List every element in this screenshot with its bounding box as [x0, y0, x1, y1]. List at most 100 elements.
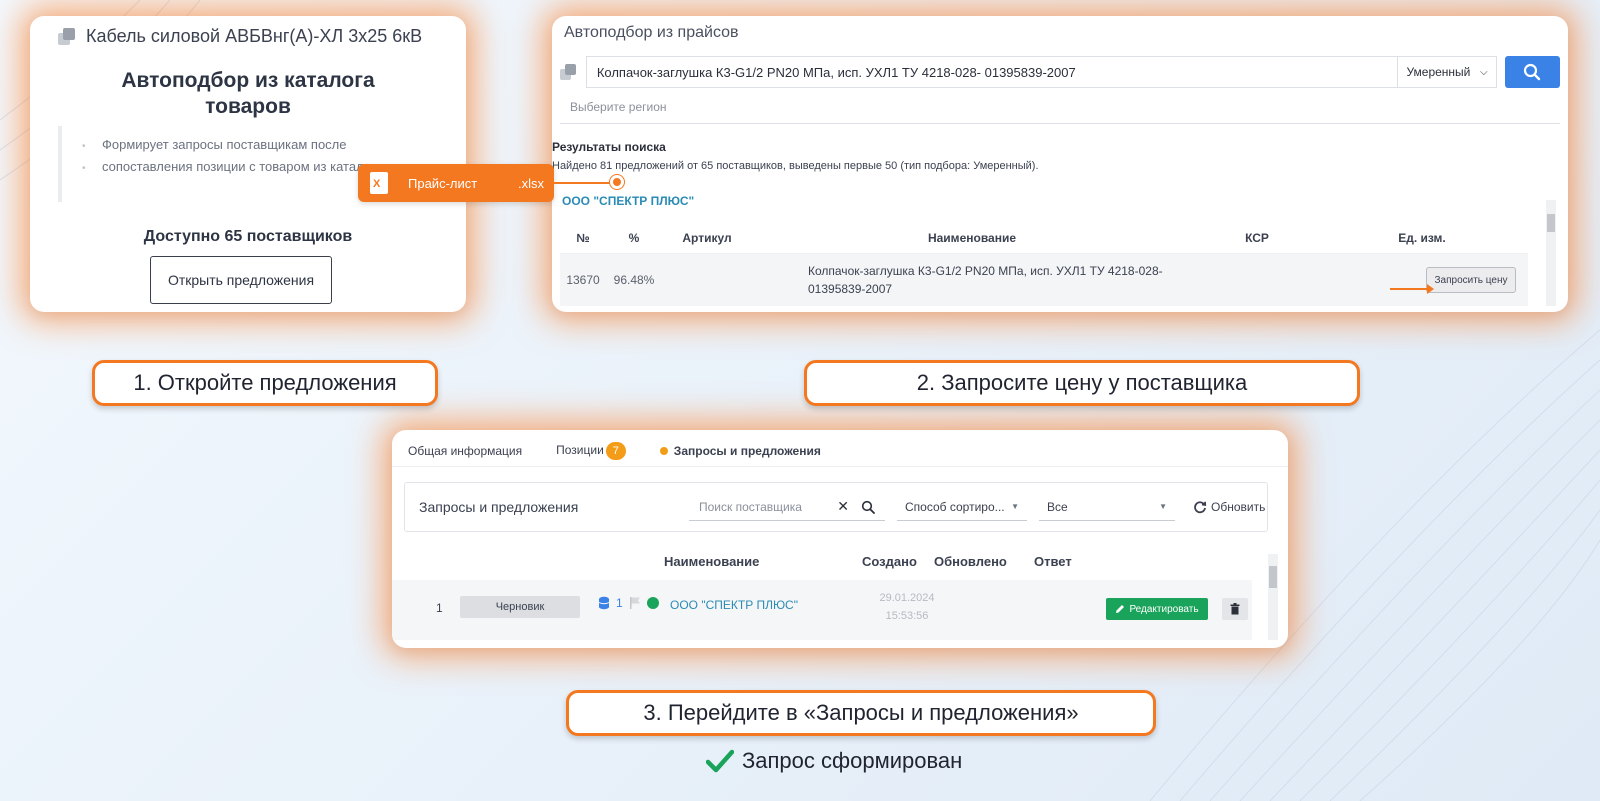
tabs-divider	[392, 466, 1288, 467]
offers-table: № % Артикул Наименование КСР Ед. изм. 13…	[560, 222, 1528, 306]
supplier-search-input[interactable]: Поиск поставщика ✕	[689, 493, 885, 521]
match-mode-select[interactable]: Умеренный ⌵	[1397, 56, 1497, 88]
chevron-down-icon: ⌵	[1479, 66, 1488, 78]
trash-icon	[1230, 603, 1240, 615]
scrollbar[interactable]	[1268, 554, 1278, 640]
step-1-label: 1. Откройте предложения	[92, 360, 438, 406]
requests-table-header: Наименование Создано Обновлено Ответ	[392, 552, 1252, 576]
row-name: Колпачок-заглушка К3-G1/2 PN20 МПа, исп.…	[752, 262, 1192, 298]
tab-positions[interactable]: Позиции 7	[556, 442, 626, 460]
product-header: Кабель силовой АВБВнг(А)-ХЛ 3х25 6кВ	[58, 26, 422, 47]
catalog-heading: Автоподбор из каталога товаров	[121, 69, 375, 118]
search-icon	[1524, 63, 1541, 81]
delete-button[interactable]	[1222, 598, 1248, 620]
excel-file-icon: X	[370, 172, 388, 194]
table-row[interactable]: 1 Черновик 1 ООО "СПЕКТР ПЛЮС" 29.01.202…	[392, 580, 1252, 640]
col-header-number: №	[576, 230, 590, 245]
checkmark-icon	[706, 749, 734, 773]
price-list-file-badge[interactable]: X Прайс-лист .xlsx	[358, 164, 554, 202]
open-offers-button[interactable]: Открыть предложения	[150, 256, 332, 304]
product-search-input[interactable]	[585, 56, 1398, 88]
supplier-link[interactable]: ООО "СПЕКТР ПЛЮС"	[562, 194, 694, 208]
col-header-article: Артикул	[682, 230, 732, 245]
connector-dot	[610, 175, 624, 189]
step-3-label: 3. Перейдите в «Запросы и предложения»	[566, 690, 1156, 736]
toolbar-title: Запросы и предложения	[419, 499, 579, 515]
region-select[interactable]: Выберите регион	[560, 96, 1560, 124]
file-extension: .xlsx	[518, 175, 544, 191]
description-line-1: Формирует запросы поставщикам после	[102, 137, 347, 152]
created-datetime: 29.01.2024 15:53:56	[872, 589, 942, 625]
row-number: 13670	[566, 273, 600, 287]
tab-general[interactable]: Общая информация	[408, 444, 522, 458]
row-name-line-2: 01395839-2007	[808, 282, 893, 296]
search-button[interactable]	[1504, 56, 1560, 88]
col-header-ksr: КСР	[1245, 230, 1269, 245]
col-header-percent: %	[628, 230, 640, 245]
search-placeholder: Поиск поставщика	[699, 499, 802, 514]
sort-select[interactable]: Способ сортиро... ▼	[897, 493, 1027, 521]
requests-card: Общая информация Позиции 7 Запросы и пред…	[392, 430, 1288, 648]
done-text: Запрос сформирован	[742, 748, 963, 773]
requests-toolbar: Запросы и предложения Поиск поставщика ✕…	[404, 482, 1268, 532]
tab-positions-label: Позиции	[556, 443, 604, 457]
row-icons: 1	[598, 596, 659, 610]
search-icon[interactable]	[861, 500, 875, 514]
flag-icon[interactable]	[629, 596, 641, 610]
col-header-created: Создано	[862, 554, 917, 569]
row-number: 1	[436, 601, 443, 615]
active-dot-icon	[659, 447, 668, 455]
results-info: Найдено 81 предложений от 65 поставщиков…	[552, 160, 1039, 172]
refresh-label: Обновить	[1211, 500, 1266, 514]
copy-icon[interactable]	[58, 27, 76, 46]
tab-requests[interactable]: Запросы и предложения	[659, 444, 821, 458]
file-name: Прайс-лист	[408, 175, 478, 191]
edit-label: Редактировать	[1129, 603, 1199, 615]
search-row: Умеренный ⌵	[560, 56, 1560, 88]
edit-button[interactable]: Редактировать	[1106, 598, 1208, 620]
created-date: 29.01.2024	[879, 592, 935, 604]
online-status-icon	[646, 597, 659, 609]
col-header-unit: Ед. изм.	[1398, 230, 1446, 245]
request-price-button[interactable]: Запросить цену	[1426, 267, 1516, 293]
copy-icon[interactable]	[560, 64, 576, 80]
arrow-right-icon	[1390, 284, 1434, 294]
product-title: Кабель силовой АВБВнг(А)-ХЛ 3х25 6кВ	[86, 26, 423, 46]
sort-placeholder: Способ сортиро...	[905, 499, 1005, 514]
scrollbar[interactable]	[1546, 200, 1556, 306]
col-header-updated: Обновлено	[934, 554, 1007, 569]
request-created-message: Запрос сформирован	[706, 748, 962, 774]
tab-requests-label: Запросы и предложения	[673, 444, 821, 458]
table-row[interactable]: 13670 96.48% Колпачок-заглушка К3-G1/2 P…	[560, 254, 1528, 306]
row-name-line-1: Колпачок-заглушка К3-G1/2 PN20 МПа, исп.…	[808, 264, 1163, 278]
tabs: Общая информация Позиции 7 Запросы и пред…	[408, 442, 821, 460]
price-autoselect-card: Автоподбор из прайсов Умеренный ⌵ Выбери…	[552, 16, 1568, 312]
results-title: Результаты поиска	[552, 140, 666, 154]
step-2-label: 2. Запросите цену у поставщика	[804, 360, 1360, 406]
database-icon	[598, 596, 610, 610]
row-percent: 96.48%	[613, 273, 655, 287]
caret-down-icon: ▼	[1159, 502, 1167, 511]
filter-select[interactable]: Все ▼	[1039, 493, 1175, 521]
created-time: 15:53:56	[885, 610, 929, 622]
refresh-icon	[1194, 501, 1207, 514]
clear-icon[interactable]: ✕	[837, 498, 849, 515]
status-badge: Черновик	[460, 596, 580, 618]
col-header-name: Наименование	[664, 554, 760, 569]
match-mode-value: Умеренный	[1406, 65, 1471, 79]
col-header-answer: Ответ	[1034, 554, 1072, 569]
refresh-button[interactable]: Обновить	[1193, 500, 1265, 514]
filter-value: Все	[1047, 499, 1068, 514]
available-suppliers: Доступно 65 поставщиков	[143, 228, 353, 245]
row-count: 1	[616, 596, 623, 610]
price-autoselect-title: Автоподбор из прайсов	[564, 24, 739, 41]
pencil-icon	[1116, 605, 1125, 613]
positions-count-badge: 7	[605, 442, 626, 460]
supplier-link[interactable]: ООО "СПЕКТР ПЛЮС"	[670, 598, 798, 612]
table-header: № % Артикул Наименование КСР Ед. изм.	[560, 222, 1528, 254]
connector-line	[554, 182, 616, 184]
caret-down-icon: ▼	[1011, 502, 1019, 511]
bullet-icon: •	[82, 163, 86, 174]
bullet-icon: •	[82, 141, 86, 152]
col-header-name: Наименование	[927, 230, 1017, 245]
